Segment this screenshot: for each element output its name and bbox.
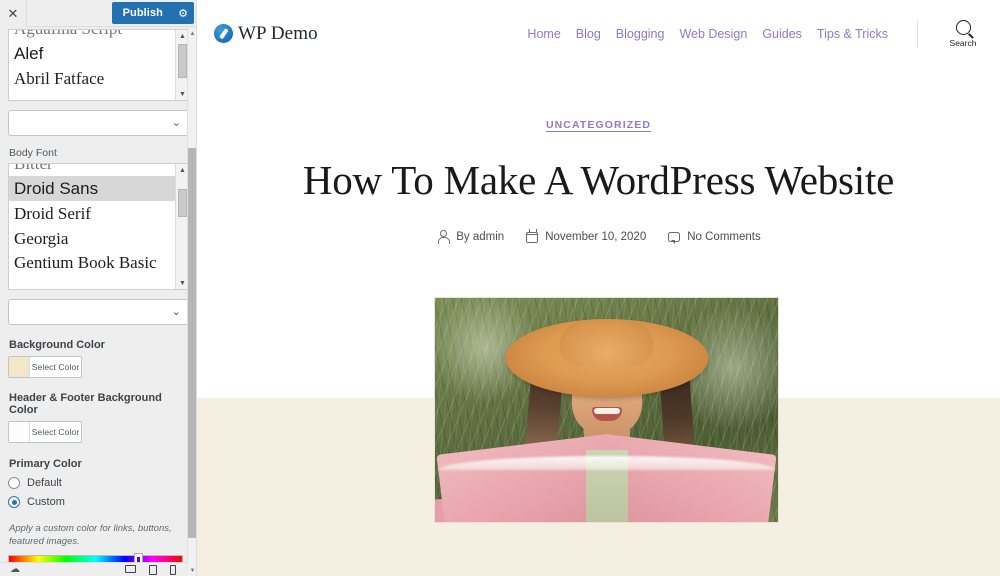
font-option-gentium-book-basic[interactable]: Gentium Book Basic <box>9 251 188 275</box>
tablet-icon[interactable] <box>149 564 157 575</box>
featured-image-straw-hat <box>505 319 708 397</box>
header-footer-background-color-picker[interactable]: Select Color <box>8 421 82 443</box>
wordpress-pen-icon <box>214 24 233 43</box>
font-option-droid-sans[interactable]: Droid Sans <box>9 176 188 201</box>
search-button[interactable]: Search <box>944 19 982 48</box>
primary-color-option-default[interactable]: Default <box>8 477 181 489</box>
post-featured-image <box>434 297 779 523</box>
device-preview-group <box>125 564 176 575</box>
header-footer-background-color-label: Header & Footer Background Color <box>9 392 162 416</box>
font-option-georgia[interactable]: Georgia <box>9 226 188 251</box>
customizer-scrollbar[interactable]: ▲ ▼ <box>187 28 196 576</box>
site-logo-link[interactable]: WP Demo <box>214 23 318 45</box>
customizer-topbar: ✕ Publish ⚙ <box>0 0 196 27</box>
nav-item-guides[interactable]: Guides <box>762 27 802 41</box>
background-color-button-label: Select Color <box>31 362 80 372</box>
post-comments-text: No Comments <box>687 230 761 243</box>
nav-item-tips-and-tricks[interactable]: Tips & Tricks <box>817 27 888 41</box>
radio-custom-label: Custom <box>27 496 65 508</box>
nav-item-web-design[interactable]: Web Design <box>679 27 747 41</box>
heading-font-select[interactable]: ⌄ <box>8 110 189 136</box>
radio-default-label: Default <box>27 477 62 489</box>
post-author: By admin <box>436 230 505 244</box>
primary-color-option-custom[interactable]: Custom <box>8 496 181 508</box>
header-footer-color-swatch[interactable] <box>9 422 30 442</box>
header-footer-color-button-label: Select Color <box>31 427 80 437</box>
post-date-text: November 10, 2020 <box>545 230 647 243</box>
user-icon <box>436 230 450 244</box>
screen: ✕ Publish ⚙ Aguafina Script Alef Abril F… <box>0 0 1000 576</box>
site-preview: WP Demo Home Blog Blogging Web Design Gu… <box>197 0 1000 576</box>
font-option-bitter[interactable]: Bitter <box>9 164 188 176</box>
post-category-line: UNCATEGORIZED <box>197 115 1000 133</box>
background-color-swatch[interactable] <box>9 357 30 377</box>
font-option-alef[interactable]: Alef <box>9 41 188 66</box>
customizer-scrollbar-thumb[interactable] <box>188 148 196 538</box>
publish-button-label: Publish <box>122 7 163 19</box>
body-font-select[interactable]: ⌄ <box>8 299 189 325</box>
site-header: WP Demo Home Blog Blogging Web Design Gu… <box>197 0 1000 67</box>
scroll-down-arrow-icon[interactable]: ▼ <box>188 565 196 576</box>
cloud-save-icon[interactable]: ☁ <box>10 564 20 575</box>
post-category-link[interactable]: UNCATEGORIZED <box>546 119 651 131</box>
body-font-list[interactable]: Bitter Droid Sans Droid Serif Georgia Ge… <box>8 163 189 290</box>
background-color-label: Background Color <box>9 339 105 351</box>
font-option-droid-serif[interactable]: Droid Serif <box>9 201 188 226</box>
post-date: November 10, 2020 <box>526 229 647 243</box>
scrollbar-thumb[interactable] <box>178 189 187 217</box>
featured-image-smile <box>591 407 622 421</box>
post-header: UNCATEGORIZED How To Make A WordPress We… <box>197 67 1000 244</box>
nav-item-blogging[interactable]: Blogging <box>616 27 665 41</box>
customizer-controls: Aguafina Script Alef Abril Fatface ▲ ▼ ⌄… <box>0 28 189 576</box>
calendar-icon <box>526 229 539 243</box>
search-icon <box>955 19 971 35</box>
scroll-up-arrow-icon[interactable]: ▲ <box>188 28 196 39</box>
primary-navigation: Home Blog Blogging Web Design Guides Tip… <box>527 19 982 48</box>
primary-color-help-text: Apply a custom color for links, buttons,… <box>9 523 172 547</box>
background-color-picker[interactable]: Select Color <box>8 356 82 378</box>
post-author-text: By admin <box>456 230 505 243</box>
gear-icon[interactable]: ⚙ <box>172 2 194 24</box>
primary-color-label: Primary Color <box>9 458 82 470</box>
nav-item-blog[interactable]: Blog <box>576 27 601 41</box>
chevron-down-icon: ⌄ <box>171 305 181 318</box>
desktop-icon[interactable] <box>125 564 136 573</box>
radio-default[interactable] <box>8 477 20 489</box>
heading-font-list[interactable]: Aguafina Script Alef Abril Fatface ▲ ▼ <box>8 29 189 101</box>
font-option-clipped[interactable]: Aguafina Script <box>9 30 188 41</box>
post-meta: By admin November 10, 2020 No Comments <box>197 229 1000 244</box>
font-option-abril-fatface[interactable]: Abril Fatface <box>9 66 188 91</box>
chevron-down-icon: ⌄ <box>171 116 181 129</box>
scrollbar-thumb[interactable] <box>178 44 187 78</box>
customizer-footer-bar: ☁ <box>0 562 188 576</box>
search-label: Search <box>949 37 977 48</box>
post-comments[interactable]: No Comments <box>668 230 761 244</box>
site-title: WP Demo <box>238 22 318 44</box>
radio-custom[interactable] <box>8 496 20 508</box>
nav-item-home[interactable]: Home <box>527 27 560 41</box>
post-title: How To Make A WordPress Website <box>302 157 895 203</box>
close-x-icon[interactable]: ✕ <box>0 0 27 27</box>
wp-customizer-panel: ✕ Publish ⚙ Aguafina Script Alef Abril F… <box>0 0 197 576</box>
mobile-icon[interactable] <box>170 564 176 575</box>
body-font-label: Body Font <box>9 147 57 159</box>
nav-divider <box>917 19 918 48</box>
comment-icon <box>668 232 681 244</box>
publish-button[interactable]: Publish ⚙ <box>111 2 194 24</box>
